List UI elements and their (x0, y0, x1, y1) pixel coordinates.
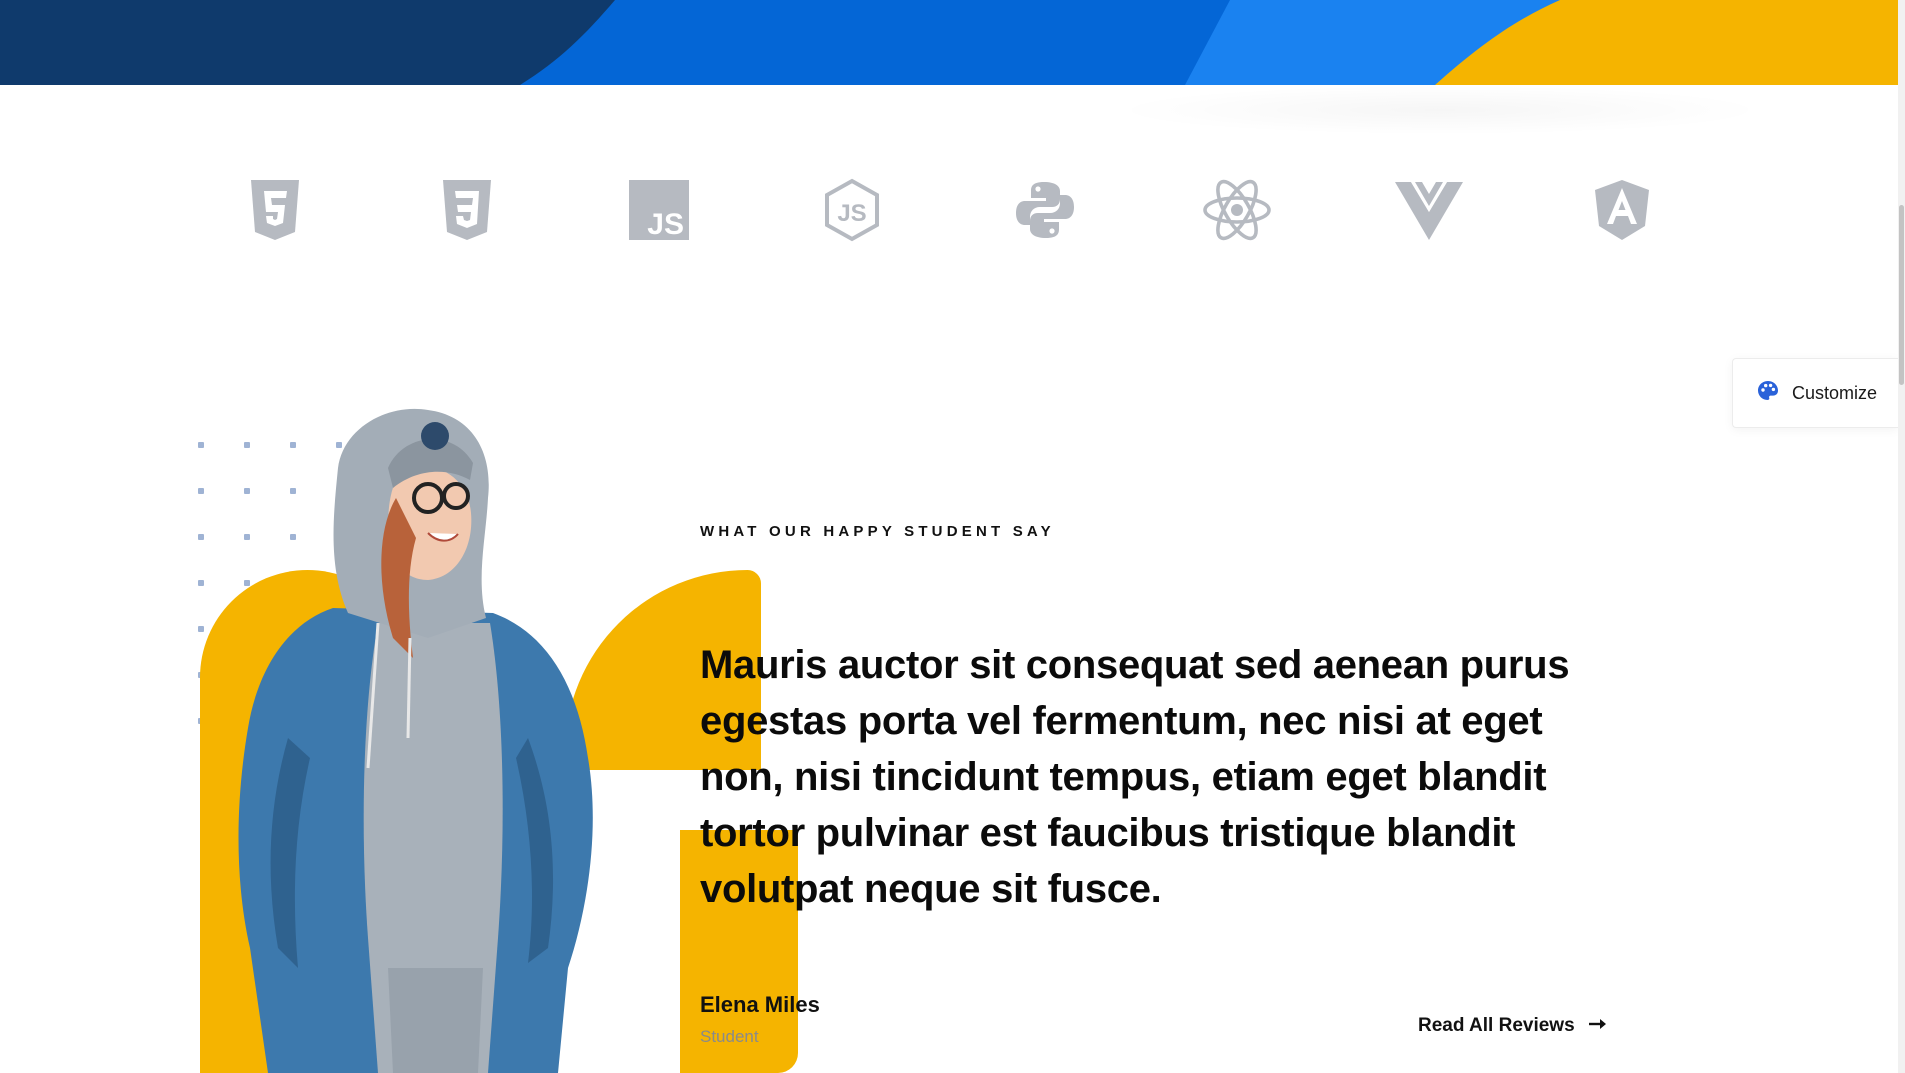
student-photo (228, 408, 678, 1073)
tech-logo-row: JS JS (0, 175, 1905, 245)
python-icon (1010, 175, 1080, 245)
author-name: Elena Miles (700, 992, 820, 1017)
vue-icon (1394, 175, 1464, 245)
css3-icon (432, 175, 502, 245)
hero-band (0, 0, 1898, 85)
svg-text:JS: JS (837, 200, 866, 227)
testimonial-quote: Mauris auctor sit consequat sed aenean p… (700, 643, 1570, 911)
javascript-icon: JS (624, 175, 694, 245)
scrollbar-thumb[interactable] (1899, 205, 1904, 385)
html5-icon (240, 175, 310, 245)
read-all-reviews-label: Read All Reviews (1418, 1015, 1575, 1036)
angular-icon (1587, 175, 1657, 245)
palette-icon (1757, 380, 1779, 407)
page-scrollbar[interactable] (1898, 0, 1905, 1073)
arrow-right-icon (1588, 1017, 1607, 1035)
header-shadow (1110, 85, 1770, 135)
read-all-reviews-link[interactable]: Read All Reviews (1418, 1015, 1607, 1037)
nodejs-icon: JS (817, 175, 887, 245)
svg-text:JS: JS (647, 208, 684, 240)
customize-label: Customize (1792, 382, 1878, 403)
section-eyebrow: WHAT OUR HAPPY STUDENT SAY (700, 523, 1055, 540)
author-role: Student (700, 1027, 759, 1046)
customize-button[interactable]: Customize (1732, 358, 1898, 428)
react-icon (1202, 175, 1272, 245)
